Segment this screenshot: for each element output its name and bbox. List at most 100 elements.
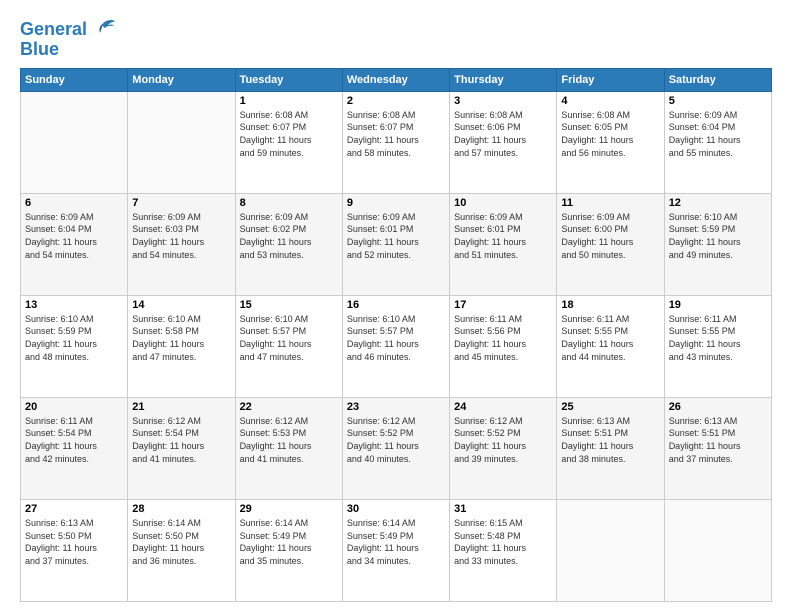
calendar-cell: 9 Sunrise: 6:09 AM Sunset: 6:01 PM Daylig… bbox=[342, 193, 449, 295]
calendar-cell: 13 Sunrise: 6:10 AM Sunset: 5:59 PM Dayli… bbox=[21, 295, 128, 397]
day-info: Sunrise: 6:14 AM Sunset: 5:49 PM Dayligh… bbox=[347, 517, 445, 567]
day-info: Sunrise: 6:08 AM Sunset: 6:07 PM Dayligh… bbox=[240, 109, 338, 159]
day-number: 9 bbox=[347, 197, 445, 209]
day-number: 8 bbox=[240, 197, 338, 209]
day-header-tuesday: Tuesday bbox=[235, 68, 342, 91]
calendar-cell: 15Sunrise: 6:10 AM Sunset: 5:57 PM Dayli… bbox=[235, 295, 342, 397]
day-info: Sunrise: 6:09 AM Sunset: 6:03 PM Dayligh… bbox=[132, 211, 230, 261]
calendar-table: SundayMondayTuesdayWednesdayThursdayFrid… bbox=[20, 68, 772, 602]
calendar-week-row: 13 Sunrise: 6:10 AM Sunset: 5:59 PM Dayli… bbox=[21, 295, 772, 397]
day-number: 28 bbox=[132, 503, 230, 515]
day-number: 18 bbox=[561, 299, 659, 311]
calendar-cell: 4Sunrise: 6:08 AM Sunset: 6:05 PM Daylig… bbox=[557, 91, 664, 193]
day-info: Sunrise: 6:12 AM Sunset: 5:52 PM Dayligh… bbox=[347, 415, 445, 465]
calendar-cell: 22 Sunrise: 6:12 AM Sunset: 5:53 PM Dayli… bbox=[235, 397, 342, 499]
calendar-week-row: 27 Sunrise: 6:13 AM Sunset: 5:50 PM Dayli… bbox=[21, 499, 772, 601]
day-info: Sunrise: 6:11 AM Sunset: 5:55 PM Dayligh… bbox=[669, 313, 767, 363]
calendar-cell: 31 Sunrise: 6:15 AM Sunset: 5:48 PM Dayli… bbox=[450, 499, 557, 601]
day-header-monday: Monday bbox=[128, 68, 235, 91]
calendar-cell: 14Sunrise: 6:10 AM Sunset: 5:58 PM Dayli… bbox=[128, 295, 235, 397]
day-info: Sunrise: 6:09 AM Sunset: 6:02 PM Dayligh… bbox=[240, 211, 338, 261]
calendar-cell: 11 Sunrise: 6:09 AM Sunset: 6:00 PM Dayli… bbox=[557, 193, 664, 295]
calendar-cell: 23Sunrise: 6:12 AM Sunset: 5:52 PM Dayli… bbox=[342, 397, 449, 499]
day-number: 16 bbox=[347, 299, 445, 311]
day-number: 7 bbox=[132, 197, 230, 209]
header: General Blue bbox=[20, 16, 772, 60]
day-number: 22 bbox=[240, 401, 338, 413]
day-number: 6 bbox=[25, 197, 123, 209]
calendar-cell: 12 Sunrise: 6:10 AM Sunset: 5:59 PM Dayli… bbox=[664, 193, 771, 295]
day-info: Sunrise: 6:08 AM Sunset: 6:06 PM Dayligh… bbox=[454, 109, 552, 159]
day-number: 31 bbox=[454, 503, 552, 515]
calendar-cell bbox=[128, 91, 235, 193]
day-number: 30 bbox=[347, 503, 445, 515]
day-info: Sunrise: 6:09 AM Sunset: 6:04 PM Dayligh… bbox=[25, 211, 123, 261]
day-info: Sunrise: 6:10 AM Sunset: 5:59 PM Dayligh… bbox=[669, 211, 767, 261]
calendar-cell: 7 Sunrise: 6:09 AM Sunset: 6:03 PM Daylig… bbox=[128, 193, 235, 295]
calendar-cell: 2 Sunrise: 6:08 AM Sunset: 6:07 PM Daylig… bbox=[342, 91, 449, 193]
day-info: Sunrise: 6:14 AM Sunset: 5:50 PM Dayligh… bbox=[132, 517, 230, 567]
day-info: Sunrise: 6:14 AM Sunset: 5:49 PM Dayligh… bbox=[240, 517, 338, 567]
day-info: Sunrise: 6:09 AM Sunset: 6:01 PM Dayligh… bbox=[347, 211, 445, 261]
day-number: 25 bbox=[561, 401, 659, 413]
calendar-cell: 3 Sunrise: 6:08 AM Sunset: 6:06 PM Daylig… bbox=[450, 91, 557, 193]
day-number: 17 bbox=[454, 299, 552, 311]
day-number: 26 bbox=[669, 401, 767, 413]
calendar-cell: 26 Sunrise: 6:13 AM Sunset: 5:51 PM Dayli… bbox=[664, 397, 771, 499]
calendar-cell bbox=[557, 499, 664, 601]
day-info: Sunrise: 6:10 AM Sunset: 5:59 PM Dayligh… bbox=[25, 313, 123, 363]
day-number: 20 bbox=[25, 401, 123, 413]
day-number: 27 bbox=[25, 503, 123, 515]
day-info: Sunrise: 6:09 AM Sunset: 6:00 PM Dayligh… bbox=[561, 211, 659, 261]
day-info: Sunrise: 6:08 AM Sunset: 6:07 PM Dayligh… bbox=[347, 109, 445, 159]
day-info: Sunrise: 6:12 AM Sunset: 5:52 PM Dayligh… bbox=[454, 415, 552, 465]
day-number: 29 bbox=[240, 503, 338, 515]
calendar-cell: 5Sunrise: 6:09 AM Sunset: 6:04 PM Daylig… bbox=[664, 91, 771, 193]
calendar-cell: 10Sunrise: 6:09 AM Sunset: 6:01 PM Dayli… bbox=[450, 193, 557, 295]
day-header-wednesday: Wednesday bbox=[342, 68, 449, 91]
day-number: 2 bbox=[347, 95, 445, 107]
calendar-header-row: SundayMondayTuesdayWednesdayThursdayFrid… bbox=[21, 68, 772, 91]
day-info: Sunrise: 6:10 AM Sunset: 5:57 PM Dayligh… bbox=[347, 313, 445, 363]
day-number: 21 bbox=[132, 401, 230, 413]
day-number: 11 bbox=[561, 197, 659, 209]
day-header-sunday: Sunday bbox=[21, 68, 128, 91]
day-info: Sunrise: 6:08 AM Sunset: 6:05 PM Dayligh… bbox=[561, 109, 659, 159]
calendar-cell: 16 Sunrise: 6:10 AM Sunset: 5:57 PM Dayli… bbox=[342, 295, 449, 397]
calendar-week-row: 20Sunrise: 6:11 AM Sunset: 5:54 PM Dayli… bbox=[21, 397, 772, 499]
day-number: 24 bbox=[454, 401, 552, 413]
calendar-week-row: 6 Sunrise: 6:09 AM Sunset: 6:04 PM Daylig… bbox=[21, 193, 772, 295]
logo-bird-icon bbox=[89, 16, 117, 44]
day-header-thursday: Thursday bbox=[450, 68, 557, 91]
calendar-cell: 28 Sunrise: 6:14 AM Sunset: 5:50 PM Dayli… bbox=[128, 499, 235, 601]
day-header-saturday: Saturday bbox=[664, 68, 771, 91]
day-info: Sunrise: 6:12 AM Sunset: 5:54 PM Dayligh… bbox=[132, 415, 230, 465]
day-info: Sunrise: 6:09 AM Sunset: 6:01 PM Dayligh… bbox=[454, 211, 552, 261]
day-info: Sunrise: 6:13 AM Sunset: 5:51 PM Dayligh… bbox=[669, 415, 767, 465]
day-number: 12 bbox=[669, 197, 767, 209]
logo-text: General bbox=[20, 20, 87, 40]
calendar-cell: 17 Sunrise: 6:11 AM Sunset: 5:56 PM Dayli… bbox=[450, 295, 557, 397]
day-info: Sunrise: 6:12 AM Sunset: 5:53 PM Dayligh… bbox=[240, 415, 338, 465]
calendar-cell: 29 Sunrise: 6:14 AM Sunset: 5:49 PM Dayli… bbox=[235, 499, 342, 601]
logo-blue-text: Blue bbox=[20, 40, 59, 60]
day-info: Sunrise: 6:13 AM Sunset: 5:50 PM Dayligh… bbox=[25, 517, 123, 567]
calendar-cell: 30 Sunrise: 6:14 AM Sunset: 5:49 PM Dayli… bbox=[342, 499, 449, 601]
page: General Blue SundayMondayTuesdayWednesda… bbox=[0, 0, 792, 612]
day-info: Sunrise: 6:15 AM Sunset: 5:48 PM Dayligh… bbox=[454, 517, 552, 567]
day-number: 1 bbox=[240, 95, 338, 107]
calendar-cell: 18 Sunrise: 6:11 AM Sunset: 5:55 PM Dayli… bbox=[557, 295, 664, 397]
day-number: 13 bbox=[25, 299, 123, 311]
day-number: 15 bbox=[240, 299, 338, 311]
day-info: Sunrise: 6:11 AM Sunset: 5:55 PM Dayligh… bbox=[561, 313, 659, 363]
calendar-cell bbox=[21, 91, 128, 193]
calendar-cell: 20Sunrise: 6:11 AM Sunset: 5:54 PM Dayli… bbox=[21, 397, 128, 499]
calendar-week-row: 1 Sunrise: 6:08 AM Sunset: 6:07 PM Daylig… bbox=[21, 91, 772, 193]
calendar-cell: 19 Sunrise: 6:11 AM Sunset: 5:55 PM Dayli… bbox=[664, 295, 771, 397]
day-number: 19 bbox=[669, 299, 767, 311]
calendar-cell: 24 Sunrise: 6:12 AM Sunset: 5:52 PM Dayli… bbox=[450, 397, 557, 499]
day-number: 3 bbox=[454, 95, 552, 107]
calendar-cell: 1 Sunrise: 6:08 AM Sunset: 6:07 PM Daylig… bbox=[235, 91, 342, 193]
day-info: Sunrise: 6:11 AM Sunset: 5:56 PM Dayligh… bbox=[454, 313, 552, 363]
day-number: 5 bbox=[669, 95, 767, 107]
